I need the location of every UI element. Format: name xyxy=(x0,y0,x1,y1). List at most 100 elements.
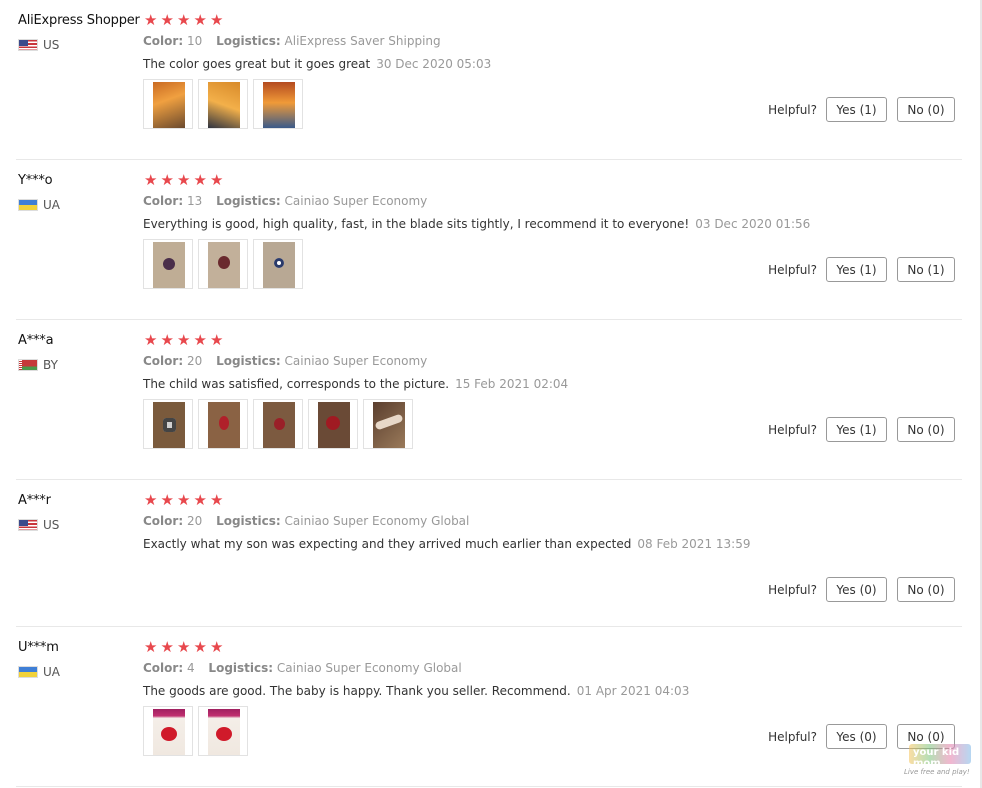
reviewer-country: BY xyxy=(18,358,142,372)
by-flag-icon xyxy=(18,359,38,371)
review-item: Y***o UA ★ ★ ★ ★ ★ Color: 13 Logistics: Cain… xyxy=(16,164,962,320)
star-icon: ★ xyxy=(177,171,191,189)
color-key: Color: xyxy=(143,34,184,48)
review-photo-thumbnail[interactable] xyxy=(198,399,248,449)
star-icon: ★ xyxy=(193,171,207,189)
review-meta: Color: 20 Logistics: Cainiao Super Econo… xyxy=(143,354,843,368)
review-photo-thumbnail[interactable] xyxy=(198,706,248,756)
helpful-label: Helpful? xyxy=(768,102,817,117)
reviewer-info: U***m UA xyxy=(18,640,142,679)
helpful-controls: Helpful? Yes (1) No (0) xyxy=(768,97,955,122)
helpful-label: Helpful? xyxy=(768,422,817,437)
watermark-tagline: Live free and play! xyxy=(904,768,970,776)
review-date: 03 Dec 2020 01:56 xyxy=(695,217,811,231)
review-item: A***a BY ★ ★ ★ ★ ★ Color: 20 Logistics: Cain… xyxy=(16,324,962,480)
helpful-yes-button[interactable]: Yes (1) xyxy=(826,257,887,282)
color-value: 20 xyxy=(186,514,203,528)
helpful-label: Helpful? xyxy=(768,729,817,744)
reviewer-name: A***r xyxy=(18,493,51,508)
review-body: The child was satisfied, corresponds to … xyxy=(143,377,450,391)
helpful-no-button[interactable]: No (0) xyxy=(897,577,955,602)
logistics-key: Logistics: xyxy=(208,661,274,675)
reviewer-name: AliExpress Shopper xyxy=(18,13,140,28)
review-date: 15 Feb 2021 02:04 xyxy=(455,377,569,391)
review-photos xyxy=(143,399,843,449)
review-body: Everything is good, high quality, fast, … xyxy=(143,217,690,231)
logistics-value: Cainiao Super Economy Global xyxy=(284,514,470,528)
helpful-no-button[interactable]: No (0) xyxy=(897,417,955,442)
review-photo-thumbnail[interactable] xyxy=(253,239,303,289)
reviewer-country: US xyxy=(18,38,142,52)
review-photo-thumbnail[interactable] xyxy=(143,706,193,756)
helpful-label: Helpful? xyxy=(768,262,817,277)
review-content: ★ ★ ★ ★ ★ Color: 13 Logistics: Cainiao Super… xyxy=(143,171,843,289)
review-meta: Color: 13 Logistics: Cainiao Super Econo… xyxy=(143,194,843,208)
reviewer-info: A***a BY xyxy=(18,333,142,372)
star-icon: ★ xyxy=(160,638,174,656)
review-photo-thumbnail[interactable] xyxy=(143,239,193,289)
color-key: Color: xyxy=(143,354,184,368)
review-date: 08 Feb 2021 13:59 xyxy=(637,537,751,551)
helpful-controls: Helpful? Yes (1) No (1) xyxy=(768,257,955,282)
color-key: Color: xyxy=(143,514,184,528)
logistics-value: Cainiao Super Economy xyxy=(284,354,428,368)
color-value: 4 xyxy=(186,661,195,675)
logistics-key: Logistics: xyxy=(216,194,281,208)
reviewer-name: Y***o xyxy=(18,173,53,188)
watermark-logo: your kid mom Live free and play! xyxy=(904,744,976,784)
review-item: A***r US ★ ★ ★ ★ ★ Color: 20 Logistics: Cain… xyxy=(16,484,962,627)
country-code: UA xyxy=(43,665,60,679)
star-icon: ★ xyxy=(193,491,207,509)
review-photo-thumbnail[interactable] xyxy=(198,239,248,289)
review-text: The color goes great but it goes great 30… xyxy=(143,57,843,71)
review-text: The goods are good. The baby is happy. T… xyxy=(143,684,843,698)
star-icon: ★ xyxy=(144,491,158,509)
logistics-key: Logistics: xyxy=(216,514,281,528)
helpful-controls: Helpful? Yes (0) No (0) xyxy=(768,577,955,602)
color-value: 10 xyxy=(186,34,203,48)
review-photo-thumbnail[interactable] xyxy=(363,399,413,449)
star-rating: ★ ★ ★ ★ ★ xyxy=(143,491,843,509)
review-date: 30 Dec 2020 05:03 xyxy=(376,57,492,71)
helpful-no-button[interactable]: No (0) xyxy=(897,97,955,122)
helpful-yes-button[interactable]: Yes (1) xyxy=(826,417,887,442)
star-icon: ★ xyxy=(160,491,174,509)
reviewer-country: UA xyxy=(18,665,142,679)
helpful-yes-button[interactable]: Yes (0) xyxy=(826,577,887,602)
review-text: The child was satisfied, corresponds to … xyxy=(143,377,843,391)
review-photo-thumbnail[interactable] xyxy=(143,399,193,449)
us-flag-icon xyxy=(18,519,38,531)
review-item: U***m UA ★ ★ ★ ★ ★ Color: 4 Logistics: Caini… xyxy=(16,631,962,787)
helpful-yes-button[interactable]: Yes (0) xyxy=(826,724,887,749)
review-photo-thumbnail[interactable] xyxy=(198,79,248,129)
helpful-no-button[interactable]: No (1) xyxy=(897,257,955,282)
review-date: 01 Apr 2021 04:03 xyxy=(576,684,690,698)
helpful-yes-button[interactable]: Yes (1) xyxy=(826,97,887,122)
review-photos xyxy=(143,706,843,756)
review-text: Exactly what my son was expecting and th… xyxy=(143,537,843,551)
country-code: BY xyxy=(43,358,58,372)
star-rating: ★ ★ ★ ★ ★ xyxy=(143,11,843,29)
star-icon: ★ xyxy=(210,638,224,656)
ua-flag-icon xyxy=(18,666,38,678)
reviewer-country: US xyxy=(18,518,142,532)
star-icon: ★ xyxy=(210,331,224,349)
star-icon: ★ xyxy=(210,491,224,509)
review-photo-thumbnail[interactable] xyxy=(143,79,193,129)
review-content: ★ ★ ★ ★ ★ Color: 4 Logistics: Cainiao Super … xyxy=(143,638,843,756)
reviews-page: AliExpress Shopper US ★ ★ ★ ★ ★ Color: 10 Lo… xyxy=(0,0,982,788)
star-icon: ★ xyxy=(177,331,191,349)
star-icon: ★ xyxy=(193,638,207,656)
star-icon: ★ xyxy=(160,331,174,349)
star-rating: ★ ★ ★ ★ ★ xyxy=(143,638,843,656)
review-photo-thumbnail[interactable] xyxy=(253,79,303,129)
logistics-value: Cainiao Super Economy Global xyxy=(276,661,462,675)
country-code: US xyxy=(43,38,60,52)
star-icon: ★ xyxy=(177,638,191,656)
review-body: The goods are good. The baby is happy. T… xyxy=(143,684,571,698)
review-photo-thumbnail[interactable] xyxy=(308,399,358,449)
review-photo-thumbnail[interactable] xyxy=(253,399,303,449)
star-icon: ★ xyxy=(144,171,158,189)
star-icon: ★ xyxy=(160,171,174,189)
star-icon: ★ xyxy=(160,11,174,29)
